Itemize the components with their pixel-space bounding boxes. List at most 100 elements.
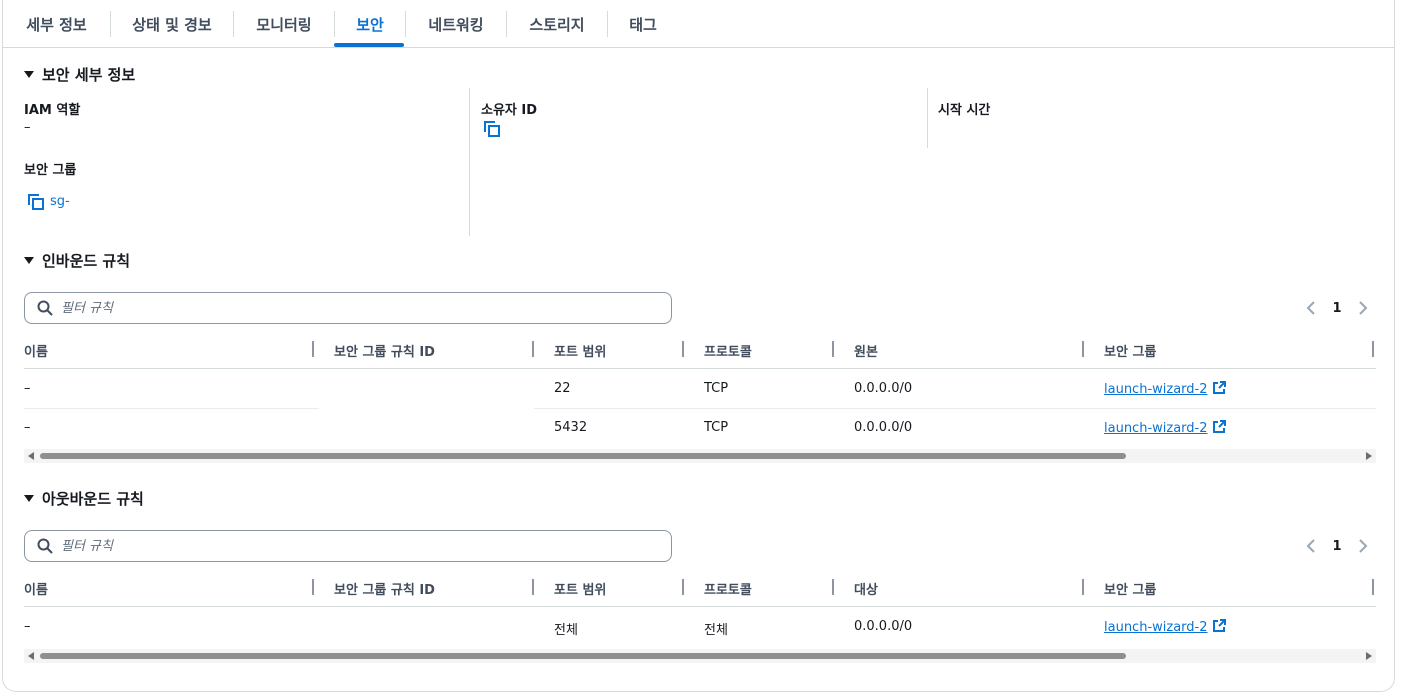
active-tab-indicator xyxy=(334,43,404,47)
column-header-rule-id[interactable]: 보안 그룹 규칙 ID xyxy=(334,579,435,598)
cell-source: 0.0.0.0/0 xyxy=(854,381,913,396)
inbound-rules-toggle[interactable]: 인바운드 규칙 xyxy=(24,250,130,271)
tab-status-alarms[interactable]: 상태 및 경보 xyxy=(111,0,233,48)
owner-id-label: 소유자 ID xyxy=(481,103,538,118)
cell-name: – xyxy=(24,619,31,634)
external-link-icon xyxy=(1212,381,1226,394)
cell-port-range: 전체 xyxy=(554,623,578,638)
security-group-link[interactable]: launch-wizard-2 xyxy=(1104,619,1226,635)
page-number[interactable]: 1 xyxy=(1323,539,1351,554)
scroll-left-icon[interactable] xyxy=(28,452,34,460)
row-divider xyxy=(534,408,1376,409)
security-group-label: 보안 그룹 xyxy=(24,163,77,178)
tab-tags[interactable]: 태그 xyxy=(608,0,678,48)
column-header-security-group[interactable]: 보안 그룹 xyxy=(1104,341,1156,360)
column-header-destination[interactable]: 대상 xyxy=(854,579,878,598)
caret-down-icon xyxy=(24,71,34,78)
next-page-icon[interactable] xyxy=(1351,296,1375,320)
column-resizer[interactable] xyxy=(1372,341,1374,357)
search-icon xyxy=(37,538,53,554)
section-title: 아웃바운드 규칙 xyxy=(42,490,144,508)
tab-bar: 세부 정보 상태 및 경보 모니터링 보안 네트워킹 스토리지 태그 xyxy=(3,0,1394,48)
column-resizer[interactable] xyxy=(532,579,534,595)
cell-destination: 0.0.0.0/0 xyxy=(854,619,913,634)
column-header-name[interactable]: 이름 xyxy=(24,579,48,598)
column-resizer[interactable] xyxy=(682,341,684,357)
scroll-thumb[interactable] xyxy=(40,453,1126,459)
security-group-link-text[interactable]: launch-wizard-2 xyxy=(1104,382,1208,397)
column-resizer[interactable] xyxy=(312,341,314,357)
column-header-protocol[interactable]: 프로토콜 xyxy=(704,341,752,360)
cell-protocol: TCP xyxy=(704,381,729,396)
cell-protocol: 전체 xyxy=(704,623,728,638)
prev-page-icon[interactable] xyxy=(1299,534,1323,558)
column-resizer[interactable] xyxy=(312,579,314,595)
column-header-source[interactable]: 원본 xyxy=(854,341,878,360)
column-resizer[interactable] xyxy=(1372,579,1374,595)
column-header-rule-id[interactable]: 보안 그룹 규칙 ID xyxy=(334,341,435,360)
cell-protocol: TCP xyxy=(704,420,729,435)
cell-port-range: 22 xyxy=(554,381,571,396)
external-link-icon xyxy=(1212,619,1226,632)
column-resizer[interactable] xyxy=(532,341,534,357)
inbound-horizontal-scrollbar[interactable] xyxy=(24,449,1376,463)
security-group-id-link[interactable]: sg- xyxy=(50,194,70,209)
column-header-port-range[interactable]: 포트 범위 xyxy=(554,579,606,598)
table-header-divider xyxy=(24,368,1376,369)
section-title: 인바운드 규칙 xyxy=(42,252,131,270)
outbound-filter-input[interactable] xyxy=(61,535,661,557)
cell-name: – xyxy=(24,420,31,435)
security-group-link-text[interactable]: launch-wizard-2 xyxy=(1104,620,1208,635)
prev-page-icon[interactable] xyxy=(1299,296,1323,320)
search-icon xyxy=(37,300,53,316)
security-group-link[interactable]: launch-wizard-2 xyxy=(1104,381,1226,397)
tab-security[interactable]: 보안 xyxy=(335,0,405,48)
security-group-link-text[interactable]: launch-wizard-2 xyxy=(1104,421,1208,436)
iam-role-value: – xyxy=(24,120,31,135)
copy-icon[interactable] xyxy=(27,193,45,211)
column-resizer[interactable] xyxy=(832,341,834,357)
column-header-protocol[interactable]: 프로토콜 xyxy=(704,579,752,598)
row-divider xyxy=(24,408,319,409)
section-title: 보안 세부 정보 xyxy=(42,66,136,84)
column-resizer[interactable] xyxy=(1082,341,1084,357)
iam-role-label: IAM 역할 xyxy=(24,103,81,118)
outbound-horizontal-scrollbar[interactable] xyxy=(24,649,1376,663)
cell-port-range: 5432 xyxy=(554,420,588,435)
inbound-filter-input[interactable] xyxy=(61,297,661,319)
scroll-right-icon[interactable] xyxy=(1366,452,1372,460)
column-resizer[interactable] xyxy=(832,579,834,595)
inbound-pagination: 1 xyxy=(1299,296,1375,320)
column-resizer[interactable] xyxy=(1082,579,1084,595)
tab-storage[interactable]: 스토리지 xyxy=(507,0,607,48)
security-group-link[interactable]: launch-wizard-2 xyxy=(1104,420,1226,436)
next-page-icon[interactable] xyxy=(1351,534,1375,558)
external-link-icon xyxy=(1212,420,1226,433)
column-divider xyxy=(927,88,928,148)
tab-networking[interactable]: 네트워킹 xyxy=(406,0,506,48)
outbound-rules-toggle[interactable]: 아웃바운드 규칙 xyxy=(24,488,144,509)
column-header-name[interactable]: 이름 xyxy=(24,341,48,360)
table-header-divider xyxy=(24,606,1376,607)
security-details-toggle[interactable]: 보안 세부 정보 xyxy=(24,64,135,85)
caret-down-icon xyxy=(24,495,34,502)
outbound-filter-search[interactable] xyxy=(24,530,672,562)
column-header-port-range[interactable]: 포트 범위 xyxy=(554,341,606,360)
scroll-right-icon[interactable] xyxy=(1366,652,1372,660)
caret-down-icon xyxy=(24,257,34,264)
column-divider xyxy=(469,88,470,236)
outbound-pagination: 1 xyxy=(1299,534,1375,558)
cell-source: 0.0.0.0/0 xyxy=(854,420,913,435)
scroll-thumb[interactable] xyxy=(40,653,1126,659)
cell-name: – xyxy=(24,381,31,396)
tab-details[interactable]: 세부 정보 xyxy=(3,0,110,48)
column-resizer[interactable] xyxy=(682,579,684,595)
inbound-filter-search[interactable] xyxy=(24,292,672,324)
scroll-left-icon[interactable] xyxy=(28,652,34,660)
copy-icon[interactable] xyxy=(483,120,501,138)
launch-time-label: 시작 시간 xyxy=(938,103,991,118)
instance-details-panel: 세부 정보 상태 및 경보 모니터링 보안 네트워킹 스토리지 태그 보안 세부… xyxy=(2,0,1395,692)
column-header-security-group[interactable]: 보안 그룹 xyxy=(1104,579,1156,598)
page-number[interactable]: 1 xyxy=(1323,301,1351,316)
tab-monitoring[interactable]: 모니터링 xyxy=(234,0,334,48)
